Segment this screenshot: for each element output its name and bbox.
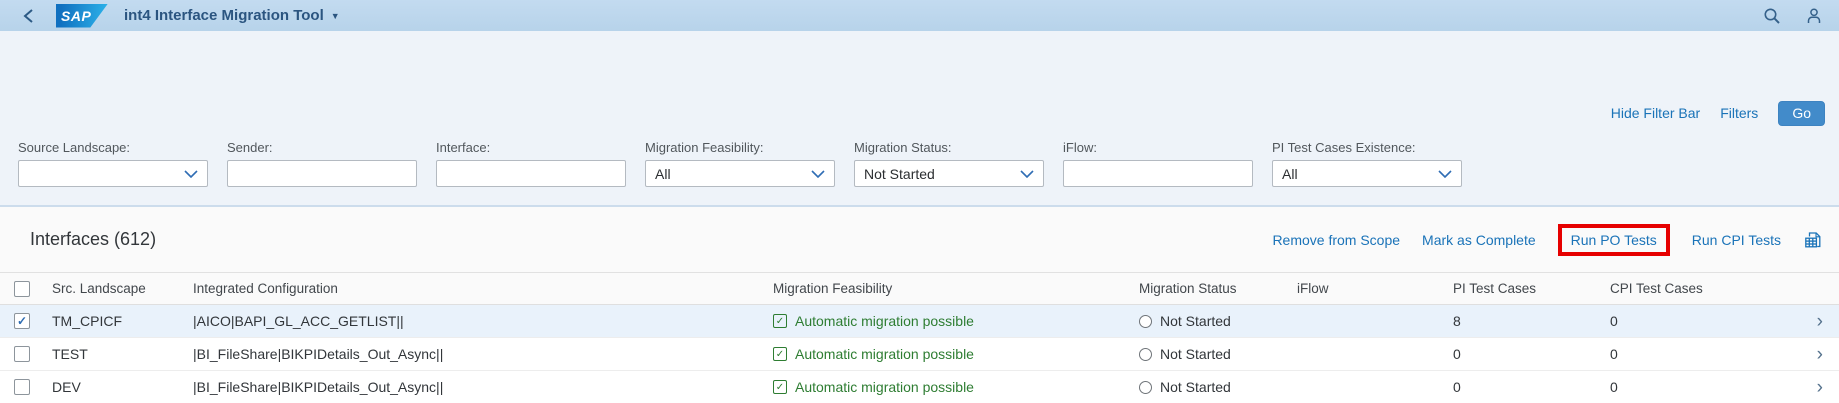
- column-header-iflow[interactable]: iFlow: [1289, 281, 1445, 296]
- migration-feasibility-select[interactable]: All: [645, 160, 835, 187]
- migration-feasibility-value: ✓ Automatic migration possible: [765, 346, 1131, 362]
- interfaces-table: ✓ Src. Landscape Integrated Configuratio…: [0, 272, 1839, 403]
- sap-logo: SAP: [56, 4, 108, 28]
- column-header-cpi-test-cases[interactable]: CPI Test Cases: [1602, 281, 1782, 296]
- migration-status-value: Not Started: [1131, 313, 1289, 329]
- row-select-checkbox[interactable]: ✓: [14, 313, 30, 329]
- src-landscape-value: DEV: [44, 379, 185, 395]
- source-landscape-label: Source Landscape:: [18, 140, 208, 155]
- go-button[interactable]: Go: [1778, 101, 1825, 126]
- table-toolbar: Interfaces (612) Remove from Scope Mark …: [0, 207, 1839, 272]
- filter-field-interface: Interface:: [436, 140, 626, 187]
- table-row[interactable]: ✓ DEV |BI_FileShare|BIKPIDetails_Out_Asy…: [0, 371, 1839, 403]
- status-radio-icon: [1139, 315, 1152, 328]
- search-icon[interactable]: [1763, 7, 1781, 25]
- migration-status-label: Migration Status:: [854, 140, 1044, 155]
- row-navigation-chevron-icon[interactable]: ›: [1817, 312, 1823, 331]
- filter-field-source-landscape: Source Landscape:: [18, 140, 208, 187]
- integrated-configuration-value: |BI_FileShare|BIKPIDetails_Out_Async||: [185, 379, 765, 395]
- row-select-checkbox[interactable]: ✓: [14, 379, 30, 395]
- iflow-input[interactable]: [1063, 160, 1253, 187]
- chevron-down-icon: [1020, 170, 1034, 178]
- migration-feasibility-label: Migration Feasibility:: [645, 140, 835, 155]
- shell-header: SAP int4 Interface Migration Tool ▼: [0, 0, 1839, 31]
- user-profile-icon[interactable]: [1805, 7, 1823, 25]
- filter-field-pi-test-cases-existence: PI Test Cases Existence: All: [1272, 140, 1462, 187]
- remove-from-scope-button[interactable]: Remove from Scope: [1272, 232, 1400, 248]
- iflow-label: iFlow:: [1063, 140, 1253, 155]
- table-body: ✓ TM_CPICF |AICO|BAPI_GL_ACC_GETLIST|| ✓…: [0, 305, 1839, 403]
- row-select-checkbox[interactable]: ✓: [14, 346, 30, 362]
- filter-field-iflow: iFlow:: [1063, 140, 1253, 187]
- green-checkbox-icon: ✓: [773, 314, 787, 328]
- src-landscape-value: TM_CPICF: [44, 313, 185, 329]
- select-all-checkbox[interactable]: ✓: [14, 281, 30, 297]
- integrated-configuration-value: |AICO|BAPI_GL_ACC_GETLIST||: [185, 313, 765, 329]
- source-landscape-select[interactable]: [18, 160, 208, 187]
- pi-test-cases-existence-select[interactable]: All: [1272, 160, 1462, 187]
- row-navigation-chevron-icon[interactable]: ›: [1817, 378, 1823, 397]
- status-radio-icon: [1139, 381, 1152, 394]
- status-radio-icon: [1139, 348, 1152, 361]
- cpi-test-cases-value: 0: [1602, 313, 1782, 329]
- column-header-integrated-configuration[interactable]: Integrated Configuration: [185, 281, 765, 296]
- title-dropdown-caret-icon: ▼: [331, 11, 340, 21]
- migration-status-value: Not Started: [1131, 346, 1289, 362]
- back-chevron-icon: [22, 8, 36, 24]
- chevron-down-icon: [811, 170, 825, 178]
- sender-input[interactable]: [227, 160, 417, 187]
- row-navigation-chevron-icon[interactable]: ›: [1817, 345, 1823, 364]
- app-title-menu[interactable]: int4 Interface Migration Tool ▼: [124, 7, 340, 24]
- app-title: int4 Interface Migration Tool: [124, 7, 324, 24]
- interface-label: Interface:: [436, 140, 626, 155]
- table-row[interactable]: ✓ TM_CPICF |AICO|BAPI_GL_ACC_GETLIST|| ✓…: [0, 305, 1839, 338]
- run-po-tests-button[interactable]: Run PO Tests: [1571, 232, 1657, 248]
- migration-feasibility-value: ✓ Automatic migration possible: [765, 379, 1131, 395]
- pi-test-cases-existence-label: PI Test Cases Existence:: [1272, 140, 1462, 155]
- hide-filter-bar-link[interactable]: Hide Filter Bar: [1611, 105, 1700, 121]
- chevron-down-icon: [1438, 170, 1452, 178]
- table-row[interactable]: ✓ TEST |BI_FileShare|BIKPIDetails_Out_As…: [0, 338, 1839, 371]
- sender-label: Sender:: [227, 140, 417, 155]
- column-header-src-landscape[interactable]: Src. Landscape: [44, 281, 185, 296]
- filter-bar: Hide Filter Bar Filters Go Source Landsc…: [0, 31, 1839, 207]
- mark-as-complete-button[interactable]: Mark as Complete: [1422, 232, 1536, 248]
- migration-feasibility-value: ✓ Automatic migration possible: [765, 313, 1131, 329]
- column-header-migration-feasibility[interactable]: Migration Feasibility: [765, 281, 1131, 296]
- migration-status-value: Not Started: [1131, 379, 1289, 395]
- table-header-row: ✓ Src. Landscape Integrated Configuratio…: [0, 272, 1839, 305]
- run-cpi-tests-button[interactable]: Run CPI Tests: [1692, 232, 1781, 248]
- column-header-migration-status[interactable]: Migration Status: [1131, 281, 1289, 296]
- src-landscape-value: TEST: [44, 346, 185, 362]
- green-checkbox-icon: ✓: [773, 347, 787, 361]
- pi-test-cases-value: 0: [1445, 346, 1602, 362]
- filter-field-migration-feasibility: Migration Feasibility: All: [645, 140, 835, 187]
- integrated-configuration-value: |BI_FileShare|BIKPIDetails_Out_Async||: [185, 346, 765, 362]
- pi-test-cases-value: 8: [1445, 313, 1602, 329]
- chevron-down-icon: [184, 170, 198, 178]
- red-highlight-annotation: Run PO Tests: [1558, 224, 1670, 256]
- filter-field-migration-status: Migration Status: Not Started: [854, 140, 1044, 187]
- filters-link[interactable]: Filters: [1720, 105, 1758, 121]
- cpi-test-cases-value: 0: [1602, 346, 1782, 362]
- back-button[interactable]: [22, 8, 36, 24]
- table-title: Interfaces (612): [30, 229, 156, 250]
- green-checkbox-icon: ✓: [773, 380, 787, 394]
- export-to-spreadsheet-icon[interactable]: [1803, 230, 1823, 250]
- cpi-test-cases-value: 0: [1602, 379, 1782, 395]
- pi-test-cases-value: 0: [1445, 379, 1602, 395]
- migration-status-select[interactable]: Not Started: [854, 160, 1044, 187]
- column-header-pi-test-cases[interactable]: PI Test Cases: [1445, 281, 1602, 296]
- filter-field-sender: Sender:: [227, 140, 417, 187]
- interface-input[interactable]: [436, 160, 626, 187]
